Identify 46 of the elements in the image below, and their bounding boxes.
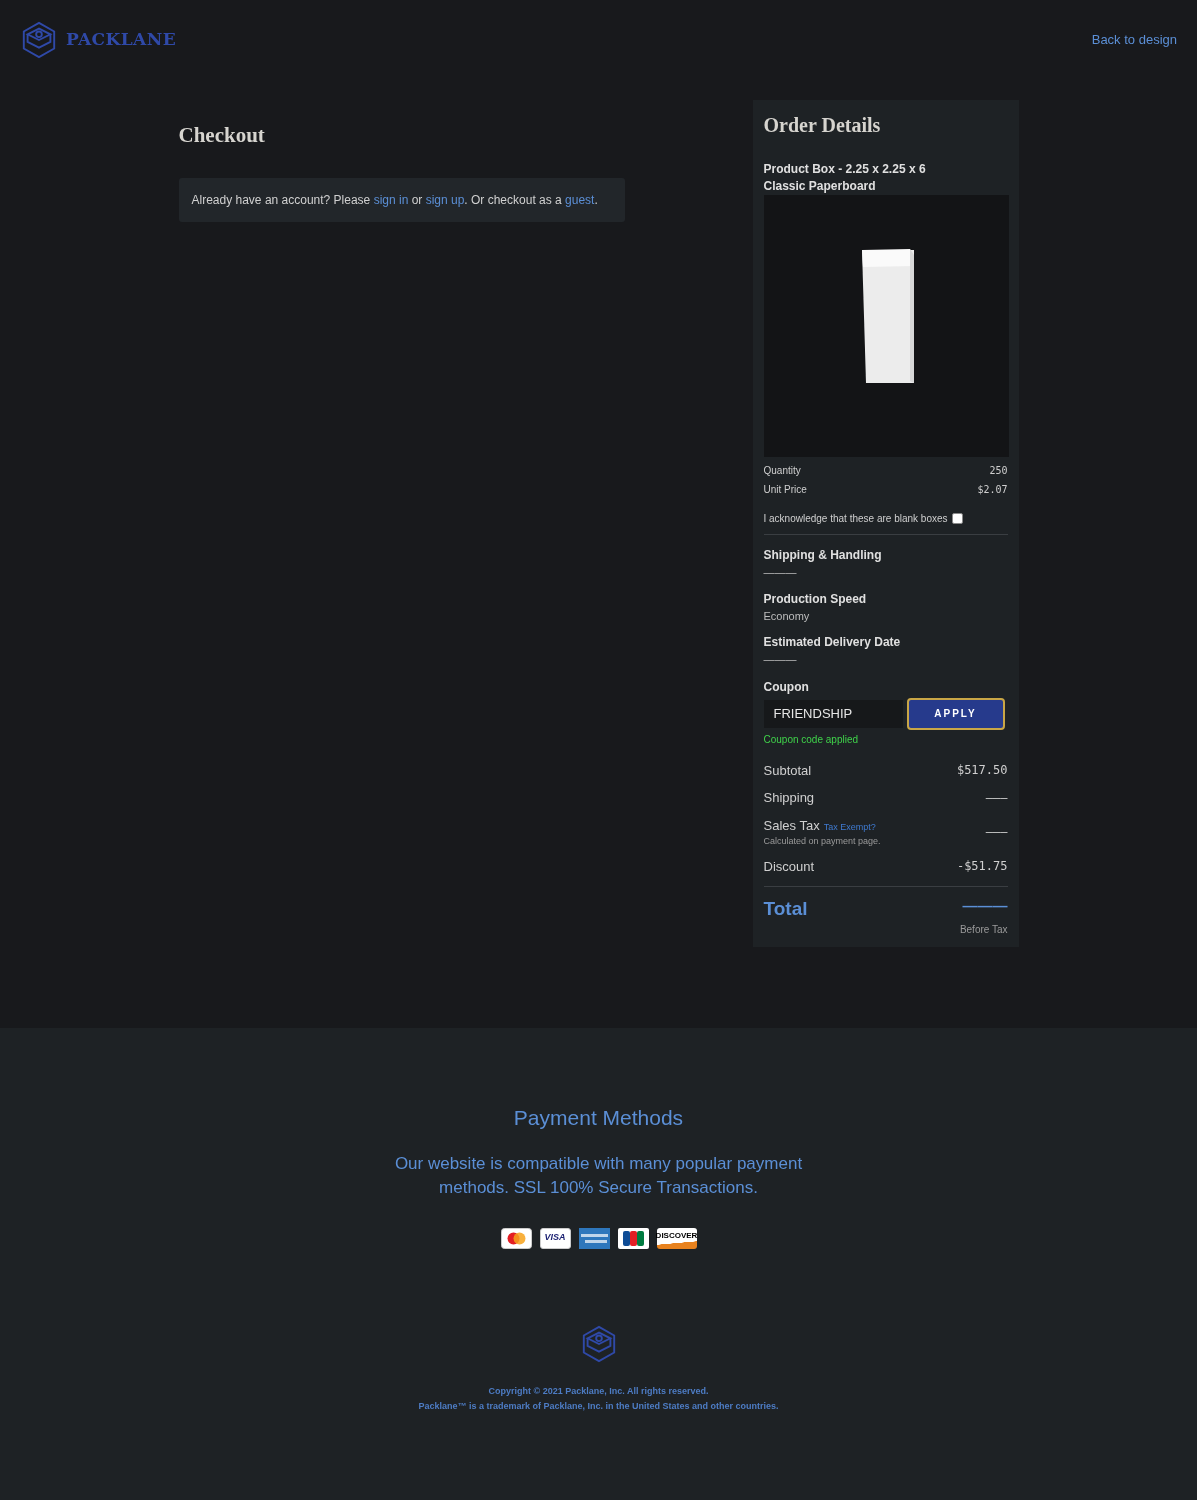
- acknowledge-label: I acknowledge that these are blank boxes: [763, 512, 948, 526]
- detail-label: Production Speed: [763, 590, 868, 608]
- amex-icon: [578, 1227, 610, 1249]
- trademark-text: Packlane™ is a trademark of Packlane, Inc. in the United States and other countries.: [418, 1400, 779, 1413]
- back-link[interactable]: Back to design: [1091, 30, 1177, 50]
- summary-label: Subtotal: [763, 761, 812, 780]
- detail-value: Economy: [763, 608, 811, 624]
- tax-exempt-link[interactable]: Tax Exempt?: [823, 820, 876, 834]
- total-value: ———: [962, 896, 1008, 916]
- total-note: Before Tax: [959, 922, 1008, 937]
- spec-label: Unit Price: [763, 483, 807, 497]
- copyright-text: Copyright © 2021 Packlane, Inc. All rights reserved.: [488, 1384, 709, 1398]
- sign-in-link[interactable]: sign in: [373, 192, 409, 207]
- summary-note: Calculated on payment page.: [763, 835, 881, 848]
- brand-name: PACKLANE: [66, 28, 177, 52]
- mastercard-icon: [500, 1227, 532, 1249]
- spec-label: Quantity: [763, 464, 801, 478]
- summary-label: Sales Tax: [763, 816, 820, 835]
- coupon-field[interactable]: FRIENDSHIP: [763, 699, 903, 728]
- summary-value: $517.50: [956, 762, 1008, 780]
- summary-value: ———: [985, 824, 1008, 841]
- logo-icon: [20, 21, 58, 59]
- summary-value: -$51.75: [956, 858, 1008, 876]
- summary-value: ———: [985, 789, 1008, 807]
- coupon-label: Coupon: [763, 678, 810, 696]
- apply-button[interactable]: APPLY: [906, 697, 1005, 730]
- product-material: Classic Paperboard: [763, 178, 877, 195]
- summary-label: Shipping: [763, 789, 815, 807]
- detail-value: ———: [763, 565, 798, 580]
- detail-value: ———: [763, 652, 798, 667]
- detail-label: Shipping & Handling: [763, 547, 883, 564]
- acknowledge-checkbox[interactable]: [951, 513, 963, 524]
- spec-value: $2.07: [977, 483, 1008, 497]
- notice-banner: Already have an account? Please sign in or sign up. Or checkout as a guest.: [178, 177, 625, 222]
- summary-label: Discount: [763, 857, 815, 876]
- footer-text: Our website is compatible with many popular payment methods. SSL 100% Secure Transactions.: [393, 1152, 804, 1199]
- spec-value: 250: [989, 464, 1008, 478]
- visa-card: VISA: [539, 1227, 571, 1249]
- detail-label: Estimated Delivery Date: [763, 634, 902, 651]
- page-title: Checkout: [178, 122, 266, 149]
- product-name: Product Box - 2.25 x 2.25 x 6: [763, 161, 927, 178]
- panel-title: Order Details: [763, 113, 882, 138]
- coupon-message: Coupon code applied: [763, 732, 860, 747]
- footer-title: Payment Methods: [513, 1105, 684, 1131]
- total-label: Total: [763, 897, 808, 921]
- jcb-icon: [617, 1227, 649, 1249]
